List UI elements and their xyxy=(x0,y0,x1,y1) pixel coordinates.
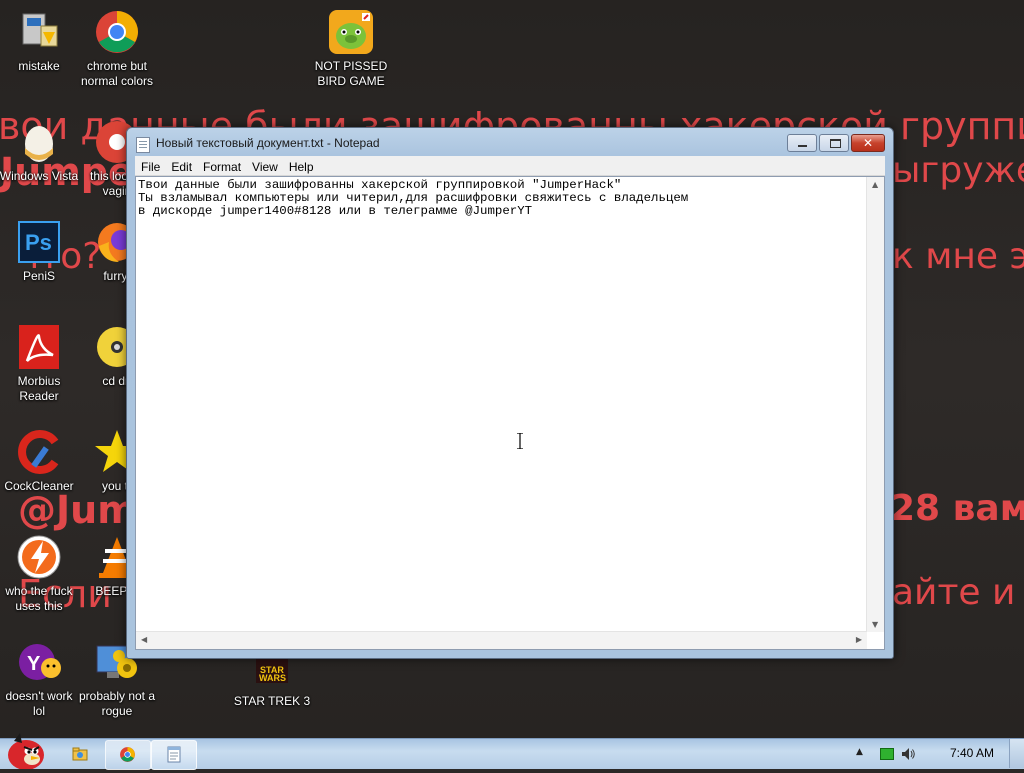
taskbar-explorer-button[interactable] xyxy=(58,740,102,768)
ibeam-cursor-icon xyxy=(517,433,523,449)
window-title: Новый текстовый документ.txt - Notepad xyxy=(156,136,380,150)
egg-icon xyxy=(15,118,63,166)
notepad-icon xyxy=(136,137,150,153)
scroll-down-icon[interactable]: ▼ xyxy=(872,620,878,629)
yahoo-icon: Y xyxy=(15,638,63,686)
show-desktop-button[interactable] xyxy=(1009,739,1024,768)
desktop-icon-doesnt-work-lol[interactable]: Y doesn't work lol xyxy=(0,638,79,719)
start-button[interactable] xyxy=(2,731,48,770)
horizontal-scrollbar[interactable]: ◀ ▶ xyxy=(136,631,867,649)
explorer-icon xyxy=(72,747,88,761)
acrobat-icon xyxy=(15,323,63,371)
volume-icon[interactable] xyxy=(900,746,916,762)
desktop-icon-mistake[interactable]: mistake xyxy=(0,8,79,74)
menu-file[interactable]: File xyxy=(135,158,165,174)
document-text[interactable]: Твои данные были зашифрованны хакерской … xyxy=(138,179,864,629)
menu-edit[interactable]: Edit xyxy=(165,158,197,174)
minimize-icon xyxy=(798,145,807,147)
close-button[interactable]: ✕ xyxy=(851,134,885,152)
taskbar-notepad-button[interactable] xyxy=(151,740,197,770)
photoshop-icon: Ps xyxy=(15,218,63,266)
desktop-icon-penis[interactable]: Ps PeniS xyxy=(0,218,79,284)
vertical-scrollbar[interactable]: ▲ ▼ xyxy=(866,177,884,632)
desktop-icon-not-pissed-bird-game[interactable]: NOT PISSED BIRD GAME xyxy=(311,8,391,89)
window-titlebar[interactable]: Новый текстовый документ.txt - Notepad ✕ xyxy=(127,128,893,158)
pig-icon xyxy=(327,8,375,56)
desktop-icon-cockcleaner[interactable]: CockCleaner xyxy=(0,428,79,494)
close-icon: ✕ xyxy=(862,136,874,150)
scroll-left-icon[interactable]: ◀ xyxy=(141,635,147,644)
avast-icon xyxy=(15,533,63,581)
menu-view[interactable]: View xyxy=(246,158,283,174)
battery-icon[interactable] xyxy=(880,748,894,760)
taskbar-chrome-button[interactable] xyxy=(105,740,151,770)
maximize-icon xyxy=(830,139,841,148)
svg-text:Ps: Ps xyxy=(25,230,52,255)
text-editor[interactable]: Твои данные были зашифрованны хакерской … xyxy=(135,176,885,650)
menu-bar: File Edit Format View Help xyxy=(135,156,885,176)
system-tray: ▲ 7:40 AM xyxy=(854,739,1024,769)
show-hidden-icons-button[interactable]: ▲ xyxy=(856,747,863,757)
scroll-right-icon[interactable]: ▶ xyxy=(856,635,862,644)
wallpaper-text-line: ыгруже xyxy=(892,150,1024,191)
desktop-icon-who-the-fuck-uses-this[interactable]: who the fuck uses this xyxy=(0,533,79,614)
chrome-icon xyxy=(120,747,135,762)
angry-bird-icon xyxy=(8,733,44,770)
wallpaper-text-line: @Jum xyxy=(18,488,137,532)
svg-text:WARS: WARS xyxy=(259,673,286,683)
notepad-icon xyxy=(167,746,181,763)
chrome-icon xyxy=(93,8,141,56)
desktop-icon-windows-vista[interactable]: Windows Vista xyxy=(0,118,79,184)
desktop-icon-chrome-but-normal-colors[interactable]: chrome but normal colors xyxy=(77,8,157,89)
minimize-button[interactable] xyxy=(787,134,817,152)
notepad-window[interactable]: Новый текстовый документ.txt - Notepad ✕… xyxy=(126,127,894,659)
svg-text:Y: Y xyxy=(27,653,41,675)
wallpaper-text-line: 28 вам xyxy=(890,488,1024,529)
ccleaner-icon xyxy=(15,428,63,476)
wallpaper-text-line: айте и xyxy=(892,572,1016,613)
maximize-button[interactable] xyxy=(819,134,849,152)
taskbar: ▲ 7:40 AM xyxy=(0,733,1024,770)
desktop-icon-morbius-reader[interactable]: Morbius Reader xyxy=(0,323,79,404)
computer-icon xyxy=(15,8,63,56)
menu-format[interactable]: Format xyxy=(197,158,246,174)
taskbar-clock[interactable]: 7:40 AM xyxy=(950,746,994,760)
wallpaper-text-line: к мне э xyxy=(892,236,1024,277)
menu-help[interactable]: Help xyxy=(283,158,319,174)
scroll-up-icon[interactable]: ▲ xyxy=(872,180,878,189)
